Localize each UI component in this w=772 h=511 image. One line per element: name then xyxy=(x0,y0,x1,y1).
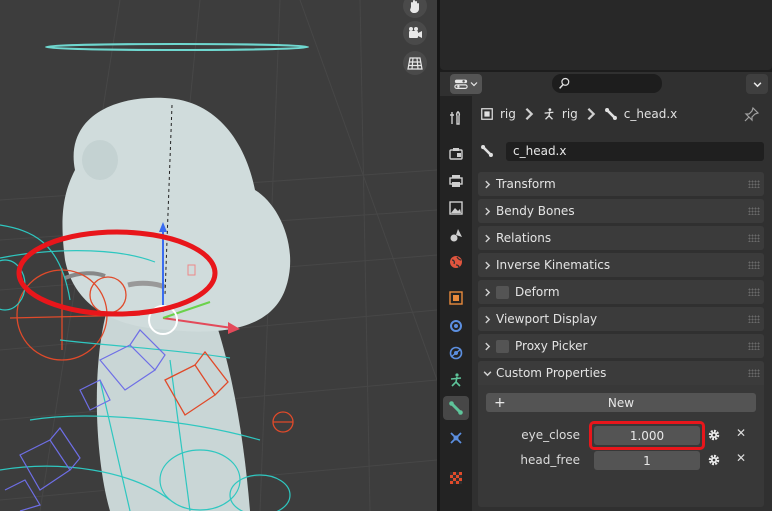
scene-icon xyxy=(450,229,462,242)
new-button-label: New xyxy=(607,395,635,410)
properties-editor-icon xyxy=(454,79,468,89)
armature-icon xyxy=(544,108,554,120)
bone-icon xyxy=(604,108,617,120)
breadcrumb-object: rig xyxy=(500,107,516,121)
properties-editor: rig rig c_head.x c_head.x Transform Bend… xyxy=(440,72,772,511)
view-layer-tab[interactable] xyxy=(443,196,469,220)
chevron-right-icon xyxy=(484,234,490,242)
chevron-down-icon xyxy=(753,81,761,87)
drag-handle-icon[interactable] xyxy=(748,342,760,350)
relations-panel[interactable]: Relations xyxy=(478,226,764,250)
close-icon[interactable]: ✕ xyxy=(736,426,750,440)
breadcrumb: rig rig c_head.x xyxy=(480,104,677,124)
chevron-right-icon xyxy=(484,261,490,269)
modifier-icon xyxy=(450,320,462,332)
chevron-right-icon xyxy=(484,180,490,188)
modifiers-tab[interactable] xyxy=(443,314,469,338)
camera-back-icon xyxy=(449,148,463,160)
printer-icon xyxy=(449,175,463,187)
panel-label: Inverse Kinematics xyxy=(496,258,611,272)
panel-label: Proxy Picker xyxy=(515,339,588,353)
world-tab[interactable] xyxy=(443,250,469,274)
plus-icon: + xyxy=(494,395,506,411)
search-input[interactable] xyxy=(552,74,662,93)
properties-tabs xyxy=(440,96,472,511)
property-name-head-free: head_free xyxy=(520,453,580,467)
breadcrumb-bone: c_head.x xyxy=(623,107,678,121)
panel-label: Deform xyxy=(515,285,560,299)
value-highlight-annotation xyxy=(589,421,705,450)
chevron-right-icon xyxy=(484,207,490,215)
drag-handle-icon[interactable] xyxy=(748,207,760,215)
deform-checkbox[interactable] xyxy=(496,285,509,299)
checker-icon xyxy=(450,472,462,484)
inverse-kinematics-panel[interactable]: Inverse Kinematics xyxy=(478,253,764,277)
object-icon xyxy=(449,291,463,305)
tool-tab[interactable] xyxy=(443,106,469,130)
object-tab[interactable] xyxy=(443,286,469,310)
3d-viewport[interactable] xyxy=(0,0,437,511)
gear-icon[interactable] xyxy=(707,428,721,442)
transform-panel[interactable]: Transform xyxy=(478,172,764,196)
custom-properties-body: + New eye_close 1.000 ✕ head_free 1 ✕ xyxy=(478,385,764,507)
chevron-right-icon xyxy=(484,342,490,350)
proxy-picker-panel[interactable]: Proxy Picker xyxy=(478,334,764,358)
bone-name-row xyxy=(480,140,494,162)
drag-handle-icon[interactable] xyxy=(748,369,760,377)
chevron-right-icon xyxy=(587,107,596,121)
bone-properties-content: rig rig c_head.x c_head.x Transform Bend… xyxy=(472,96,772,511)
panel-label: Custom Properties xyxy=(496,366,607,380)
drag-handle-icon[interactable] xyxy=(748,180,760,188)
bone-constraint-icon xyxy=(450,432,462,444)
editor-type-button[interactable] xyxy=(450,74,482,94)
panel-label: Relations xyxy=(496,231,552,245)
physics-icon xyxy=(449,346,463,360)
chevron-right-icon xyxy=(484,315,490,323)
gear-icon[interactable] xyxy=(707,453,721,467)
breadcrumb-armature: rig xyxy=(561,107,578,121)
output-tab[interactable] xyxy=(443,169,469,193)
drag-handle-icon[interactable] xyxy=(748,315,760,323)
chevron-right-icon xyxy=(484,288,490,296)
property-name-eye-close: eye_close xyxy=(521,428,580,442)
drag-handle-icon[interactable] xyxy=(748,288,760,296)
render-tab[interactable] xyxy=(443,142,469,166)
drag-handle-icon[interactable] xyxy=(748,261,760,269)
panel-label: Bendy Bones xyxy=(496,204,575,218)
image-icon xyxy=(449,201,463,215)
deform-panel[interactable]: Deform xyxy=(478,280,764,304)
chevron-down-icon xyxy=(483,370,491,376)
outliner-area[interactable] xyxy=(440,0,772,70)
world-icon xyxy=(450,256,462,269)
chevron-right-icon xyxy=(525,107,534,121)
armature-data-tab[interactable] xyxy=(443,368,469,392)
search-icon xyxy=(559,77,570,89)
bone-name-field[interactable]: c_head.x xyxy=(506,142,764,161)
chevron-down-icon xyxy=(470,82,478,87)
pin-icon[interactable] xyxy=(744,106,760,122)
drag-handle-icon[interactable] xyxy=(748,234,760,242)
close-icon[interactable]: ✕ xyxy=(736,451,750,465)
tool-icon xyxy=(450,111,461,125)
bone-tab[interactable] xyxy=(443,396,469,420)
proxy-picker-checkbox[interactable] xyxy=(496,339,509,353)
new-property-button[interactable]: + New xyxy=(486,393,756,412)
armature-icon xyxy=(450,373,462,387)
bone-constraints-tab[interactable] xyxy=(443,426,469,450)
viewport-display-panel[interactable]: Viewport Display xyxy=(478,307,764,331)
custom-properties-panel[interactable]: Custom Properties xyxy=(478,361,764,385)
properties-header xyxy=(440,72,772,96)
options-dropdown[interactable] xyxy=(746,74,768,94)
eye-highlight-annotation xyxy=(16,229,218,317)
panel-label: Transform xyxy=(496,177,556,191)
texture-tab[interactable] xyxy=(443,466,469,490)
bone-icon xyxy=(481,145,493,157)
bendy-bones-panel[interactable]: Bendy Bones xyxy=(478,199,764,223)
scene-tab[interactable] xyxy=(443,223,469,247)
panel-label: Viewport Display xyxy=(496,312,598,326)
property-value-head-free[interactable]: 1 xyxy=(594,451,700,470)
bone-icon xyxy=(449,401,463,415)
object-icon xyxy=(481,108,493,120)
physics-tab[interactable] xyxy=(443,341,469,365)
